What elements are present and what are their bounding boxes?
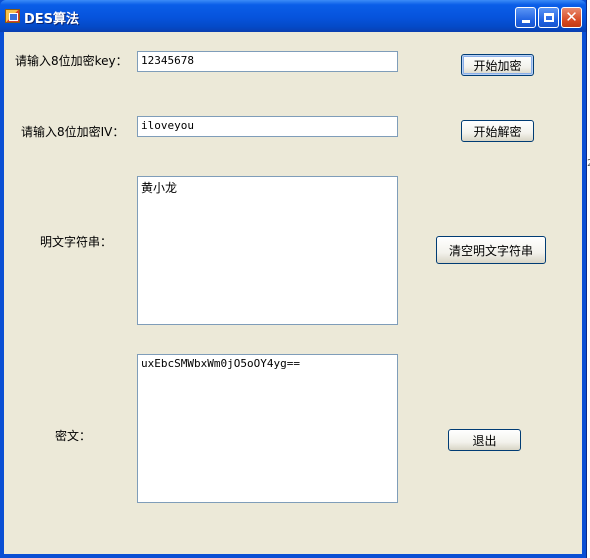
form-client-area: 请输入8位加密key： 12345678 开始加密 请输入8位加密IV： ilo… — [4, 32, 582, 554]
plaintext-textarea[interactable]: 黄小龙 — [137, 176, 398, 325]
minimize-icon — [521, 20, 530, 23]
des-app-window: DES算法 ✕ 请输入8位加密key： 12345678 开始加密 请输入8位加… — [0, 0, 587, 558]
window-title: DES算法 — [24, 12, 80, 27]
close-icon: ✕ — [565, 8, 578, 26]
exit-button[interactable]: 退出 — [448, 429, 521, 451]
maximize-icon — [543, 13, 554, 22]
plaintext-label: 明文字符串： — [40, 235, 113, 249]
ciphertext-textarea[interactable]: uxEbcSMWbxWm0jO5oOY4yg== — [137, 354, 398, 503]
maximize-button[interactable] — [538, 7, 559, 28]
minimize-button[interactable] — [515, 7, 536, 28]
decrypt-button[interactable]: 开始解密 — [461, 120, 534, 142]
key-input[interactable]: 12345678 — [137, 51, 398, 72]
title-bar[interactable]: DES算法 ✕ — [0, 0, 586, 32]
clear-plaintext-button[interactable]: 清空明文字符串 — [436, 236, 546, 264]
ciphertext-label: 密文： — [55, 429, 92, 443]
app-window-icon[interactable] — [5, 9, 20, 23]
iv-label: 请输入8位加密IV： — [21, 125, 125, 139]
key-label: 请输入8位加密key： — [15, 54, 128, 68]
iv-input[interactable]: iloveyou — [137, 116, 398, 137]
close-button[interactable]: ✕ — [561, 7, 582, 28]
encrypt-button[interactable]: 开始加密 — [461, 54, 534, 76]
